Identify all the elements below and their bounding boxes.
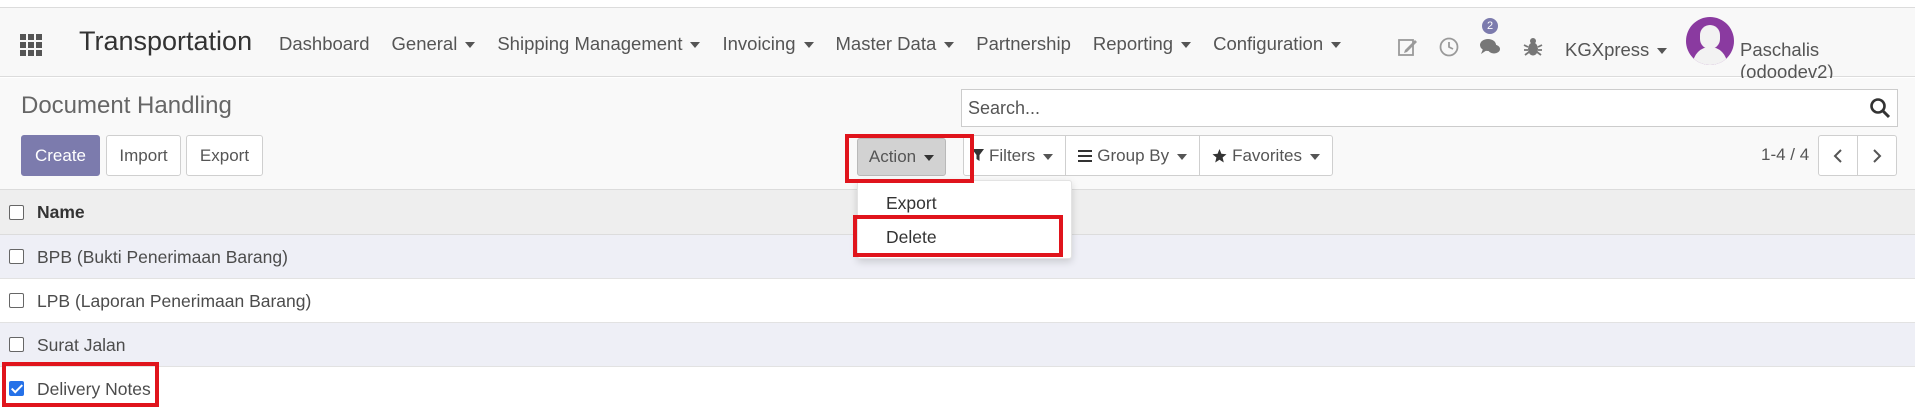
menu-item-delete[interactable]: Delete <box>886 227 937 248</box>
row-checkbox[interactable] <box>9 293 24 308</box>
table-row[interactable]: LPB (Laporan Penerimaan Barang) <box>0 279 1915 323</box>
company-switcher[interactable]: KGXpress <box>1565 39 1668 61</box>
chevron-down-icon <box>1310 153 1321 160</box>
pager-value[interactable]: 1-4 / 4 <box>1761 145 1809 165</box>
chevron-down-icon <box>944 42 955 48</box>
edit-note-icon[interactable] <box>1397 36 1419 58</box>
apps-menu-icon[interactable] <box>20 34 42 56</box>
main-menu: Dashboard General Shipping Management In… <box>279 33 1363 55</box>
chevron-down-icon <box>1043 153 1054 160</box>
messages-icon[interactable] <box>1479 36 1501 58</box>
pager-next-button[interactable] <box>1857 135 1897 176</box>
search-options: Filters Group By Favorites <box>963 135 1334 176</box>
filter-icon <box>972 149 984 161</box>
column-header-name[interactable]: Name <box>37 202 85 223</box>
menu-shipping-management[interactable]: Shipping Management <box>497 33 701 55</box>
star-icon <box>1212 148 1227 162</box>
create-button[interactable]: Create <box>21 135 100 176</box>
search-bar <box>961 89 1898 127</box>
user-menu[interactable]: Paschalis (odoodev2) <box>1740 39 1915 83</box>
action-dropdown-button[interactable]: Action <box>857 138 946 176</box>
row-name: LPB (Laporan Penerimaan Barang) <box>37 291 312 311</box>
import-button[interactable]: Import <box>106 135 181 176</box>
search-icon[interactable] <box>1869 97 1891 119</box>
list-icon <box>1078 149 1093 162</box>
row-checkbox[interactable] <box>9 337 24 352</box>
menu-dashboard[interactable]: Dashboard <box>279 33 370 55</box>
chevron-down-icon <box>924 155 935 161</box>
menu-item-export[interactable]: Export <box>886 193 937 214</box>
app-title: Transportation <box>79 26 253 56</box>
chevron-down-icon <box>690 42 701 48</box>
chevron-left-icon <box>1833 148 1842 163</box>
action-dropdown-menu: Export Delete <box>857 180 1072 259</box>
table-row[interactable]: Surat Jalan <box>0 323 1915 367</box>
row-name: Surat Jalan <box>37 335 126 355</box>
chevron-down-icon <box>803 42 814 48</box>
table-row-selected[interactable]: Delivery Notes <box>0 367 1915 407</box>
chevron-down-icon <box>1177 153 1188 160</box>
chevron-down-icon <box>465 42 476 48</box>
chevron-down-icon <box>1181 42 1192 48</box>
row-checkbox-checked[interactable] <box>9 381 24 396</box>
chevron-down-icon <box>1331 42 1342 48</box>
favorites-button[interactable]: Favorites <box>1199 136 1332 175</box>
menu-partnership[interactable]: Partnership <box>976 33 1071 55</box>
top-navbar: Transportation Dashboard General Shippin… <box>0 7 1915 82</box>
menu-master-data[interactable]: Master Data <box>836 33 955 55</box>
pager-previous-button[interactable] <box>1818 135 1858 176</box>
row-checkbox[interactable] <box>9 249 24 264</box>
bug-debug-icon[interactable] <box>1522 36 1544 58</box>
export-button[interactable]: Export <box>186 135 263 176</box>
row-name: BPB (Bukti Penerimaan Barang) <box>37 247 288 267</box>
row-name: Delivery Notes <box>37 379 151 399</box>
messages-count-badge: 2 <box>1482 18 1498 34</box>
user-avatar[interactable] <box>1686 17 1734 65</box>
chevron-right-icon <box>1873 148 1882 163</box>
chevron-down-icon <box>1657 48 1668 54</box>
menu-reporting[interactable]: Reporting <box>1093 33 1192 55</box>
select-all-checkbox[interactable] <box>9 205 24 220</box>
control-panel: Document Handling Create Import Export A… <box>0 78 1915 190</box>
search-input[interactable] <box>968 90 1848 126</box>
group-by-button[interactable]: Group By <box>1065 136 1199 175</box>
menu-invoicing[interactable]: Invoicing <box>722 33 814 55</box>
menu-configuration[interactable]: Configuration <box>1213 33 1342 55</box>
filters-button[interactable]: Filters <box>964 136 1065 175</box>
menu-general[interactable]: General <box>392 33 476 55</box>
clock-icon[interactable] <box>1438 36 1460 58</box>
breadcrumb: Document Handling <box>21 92 232 119</box>
